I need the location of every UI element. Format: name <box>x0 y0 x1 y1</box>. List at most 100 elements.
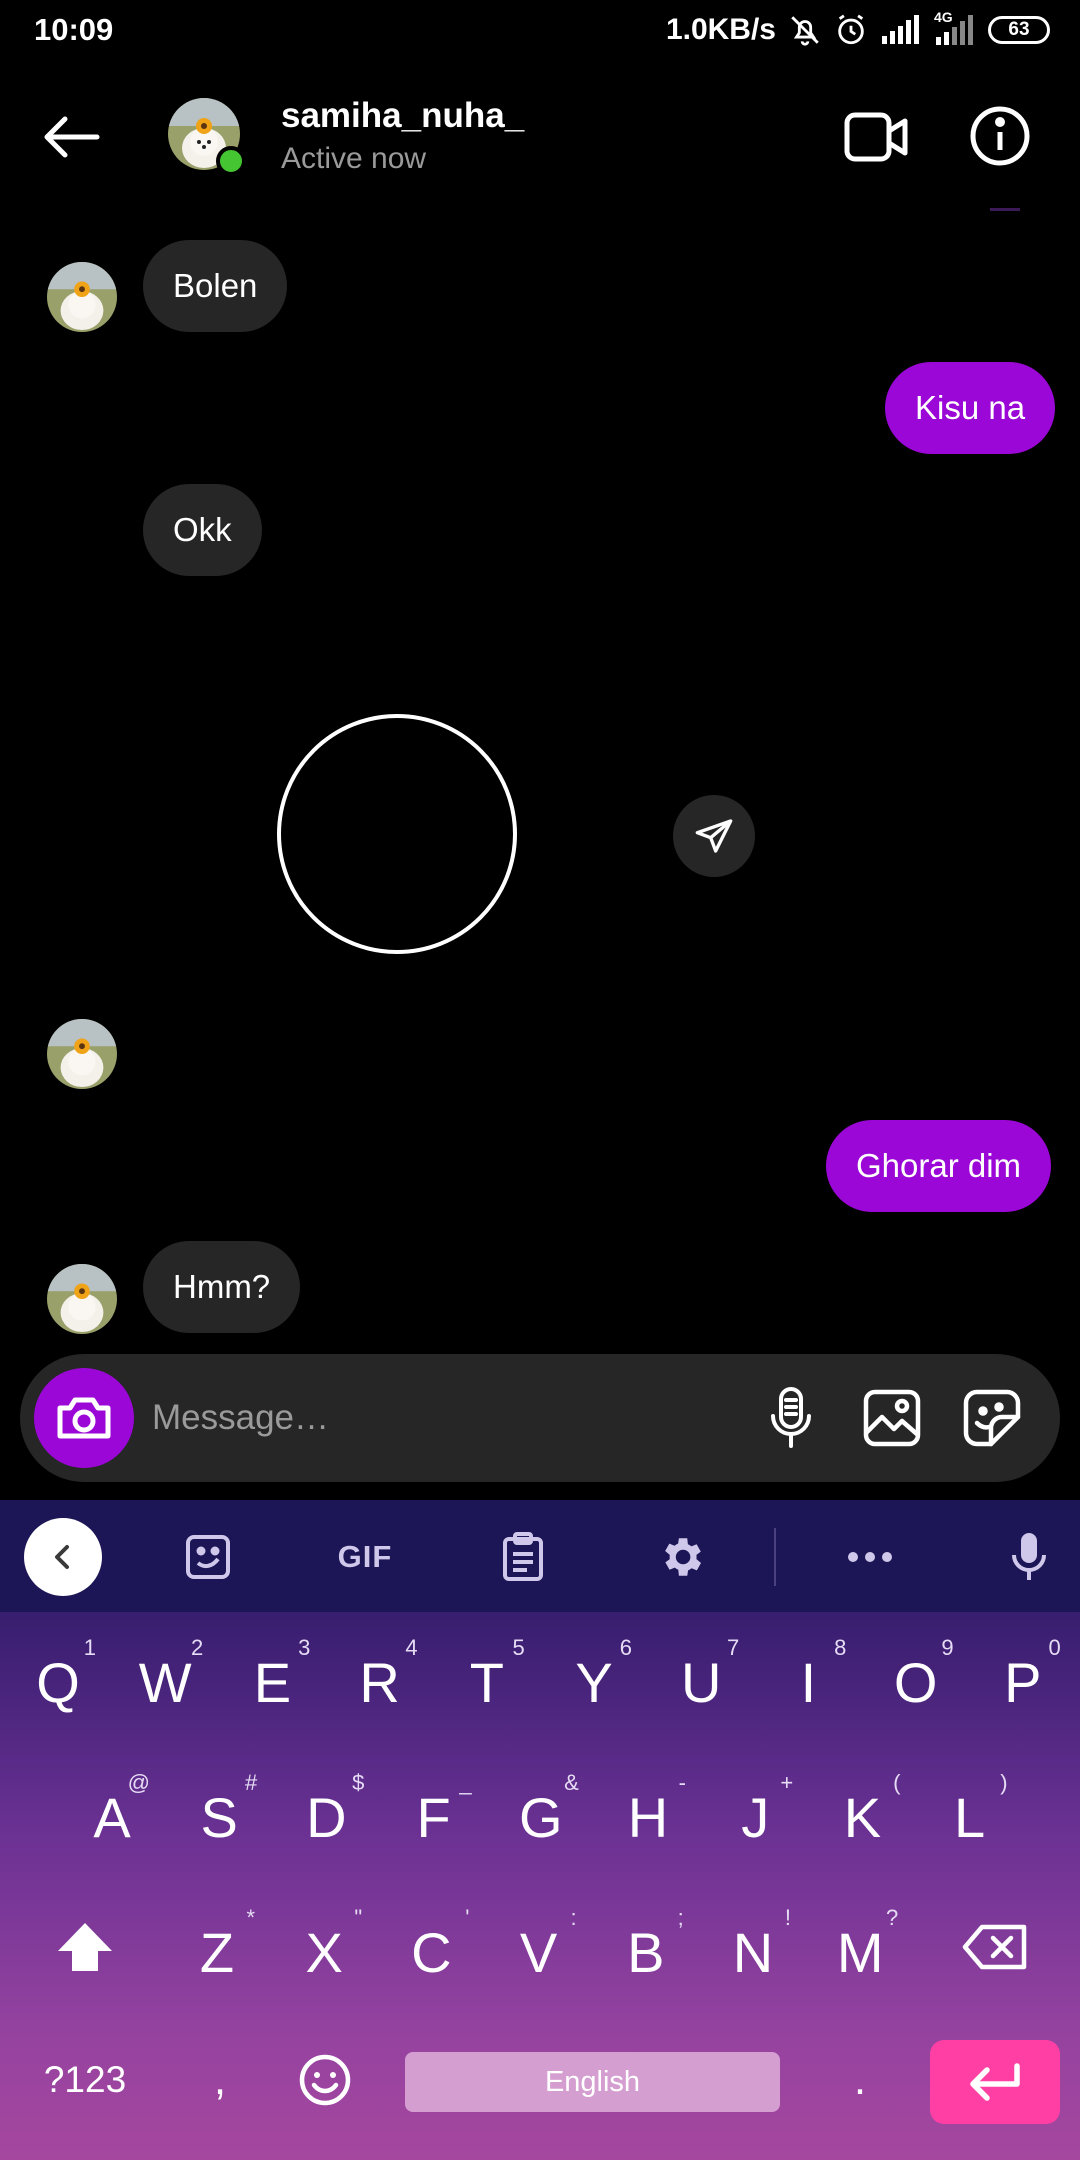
key-b[interactable]: B; <box>596 1897 696 2007</box>
info-icon <box>970 106 1030 166</box>
net-speed: 1.0KB/s <box>665 13 776 46</box>
key-j[interactable]: J + <box>705 1762 805 1872</box>
info-button[interactable] <box>968 104 1032 168</box>
alarm-icon <box>838 14 864 45</box>
media-message-circle[interactable] <box>277 714 517 954</box>
message-bubble-incoming[interactable]: Bolen <box>143 240 288 332</box>
key-letter: E <box>253 1650 292 1714</box>
gallery-button[interactable] <box>858 1384 926 1452</box>
key-hint: _ <box>459 1770 472 1795</box>
status-time: 10:09 <box>34 12 114 47</box>
key-hint: ) <box>1000 1770 1008 1795</box>
key-hint: 8 <box>834 1635 847 1660</box>
contact-username[interactable]: samiha_nuha_ <box>281 96 524 136</box>
message-input[interactable] <box>152 1378 712 1458</box>
key-i[interactable]: I8 <box>758 1627 858 1737</box>
message-bubble-outgoing[interactable]: Kisu na <box>885 362 1056 454</box>
message-bubble-outgoing[interactable]: Ghorar dim <box>826 1120 1052 1212</box>
enter-key[interactable] <box>930 2040 1060 2124</box>
key-g[interactable]: G & <box>491 1762 591 1872</box>
key-f[interactable]: F _ <box>384 1762 484 1872</box>
key-t[interactable]: T5 <box>437 1627 537 1737</box>
contact-avatar[interactable] <box>168 98 246 176</box>
shift-key[interactable] <box>40 1897 130 1997</box>
key-hint: " <box>354 1905 363 1930</box>
key-p[interactable]: P0 <box>973 1627 1073 1737</box>
key-l[interactable]: L) <box>920 1762 1020 1872</box>
toolbar-divider <box>774 1528 776 1586</box>
key-letter: Q <box>36 1650 80 1714</box>
message-bubble-incoming[interactable]: Okk <box>143 484 262 576</box>
message-bubble-incoming[interactable]: Hmm? <box>143 1241 301 1333</box>
key-y[interactable]: Y6 <box>544 1627 644 1737</box>
share-button[interactable] <box>673 795 755 877</box>
period-key[interactable]: . <box>830 2035 890 2125</box>
key-letter: Y <box>575 1650 613 1714</box>
message-avatar[interactable] <box>47 262 117 332</box>
key-letter: H <box>627 1785 669 1849</box>
key-hint: ? <box>885 1905 899 1930</box>
key-hint: 2 <box>190 1635 204 1660</box>
emoji-key[interactable] <box>290 2035 360 2125</box>
chevron-left-icon <box>55 1545 69 1569</box>
key-r[interactable]: R4 <box>330 1627 430 1737</box>
key-x[interactable]: X " <box>274 1897 374 2007</box>
key-u[interactable]: U7 <box>651 1627 751 1737</box>
sticker-button[interactable] <box>958 1384 1026 1452</box>
key-letter: G <box>519 1785 563 1849</box>
voice-message-button[interactable] <box>757 1384 825 1452</box>
battery-indicator: 63 <box>988 16 1050 44</box>
space-bar[interactable]: English <box>405 2052 780 2112</box>
signal-4g-icon: 4G <box>932 9 976 47</box>
key-letter: V <box>519 1920 558 1984</box>
key-hint: ! <box>784 1905 791 1930</box>
keyboard-settings-button[interactable] <box>646 1522 716 1592</box>
keyboard-more-button[interactable] <box>835 1522 905 1592</box>
keyboard-sticker-button[interactable] <box>173 1522 243 1592</box>
key-v[interactable]: V: <box>489 1897 589 2007</box>
key-letter: K <box>843 1785 882 1849</box>
key-z[interactable]: Z * <box>167 1897 267 2007</box>
message-avatar[interactable] <box>47 1264 117 1334</box>
key-n[interactable]: N! <box>703 1897 803 2007</box>
key-hint: 7 <box>726 1635 740 1660</box>
comma-key[interactable]: , <box>190 2035 250 2125</box>
back-button[interactable] <box>36 102 106 172</box>
camera-button[interactable] <box>34 1368 134 1468</box>
key-o[interactable]: O9 <box>866 1627 966 1737</box>
mute-notifications-icon <box>791 16 819 46</box>
key-hint: ' <box>465 1905 470 1930</box>
key-a[interactable]: A @ <box>62 1762 162 1872</box>
key-letter: Z <box>199 1920 235 1984</box>
key-h[interactable]: H- <box>598 1762 698 1872</box>
key-letter: T <box>469 1650 504 1714</box>
keyboard-voice-button[interactable] <box>994 1522 1064 1592</box>
key-s[interactable]: S # <box>169 1762 269 1872</box>
key-letter: X <box>305 1920 343 1984</box>
keyboard-gif-button[interactable]: GIF <box>330 1522 400 1592</box>
gear-icon <box>665 1538 701 1576</box>
keyboard-clipboard-button[interactable] <box>488 1522 558 1592</box>
key-letter: D <box>306 1785 347 1849</box>
key-m[interactable]: M? <box>810 1897 910 2007</box>
key-letter: O <box>893 1650 938 1714</box>
key-q[interactable]: Q1 <box>8 1627 108 1737</box>
key-letter: S <box>200 1785 238 1849</box>
keyboard-collapse-button[interactable] <box>24 1518 102 1596</box>
more-horizontal-icon <box>848 1552 892 1562</box>
key-w[interactable]: W2 <box>115 1627 215 1737</box>
gif-label: GIF <box>337 1539 393 1574</box>
key-letter: U <box>680 1650 722 1714</box>
key-e[interactable]: E3 <box>222 1627 322 1737</box>
key-letter: L <box>954 1785 986 1849</box>
video-call-button[interactable] <box>843 107 911 167</box>
backspace-key[interactable] <box>950 1897 1040 1997</box>
clipboard-icon <box>503 1532 543 1581</box>
key-d[interactable]: D $ <box>276 1762 376 1872</box>
key-hint: 0 <box>1048 1635 1061 1660</box>
symbols-key[interactable]: ?123 <box>30 2035 140 2125</box>
message-avatar[interactable] <box>47 1019 117 1089</box>
status-bar: 10:09 1.0KB/s 4G 63 <box>0 0 1080 62</box>
key-c[interactable]: C ' <box>381 1897 481 2007</box>
key-k[interactable]: K( <box>812 1762 912 1872</box>
